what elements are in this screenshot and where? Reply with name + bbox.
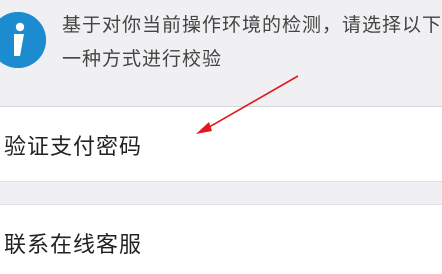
verification-notice: 基于对你当前操作环境的检测，请选择以下一种方式进行校验 bbox=[0, 0, 442, 106]
info-icon bbox=[0, 12, 46, 68]
option-label: 联系在线客服 bbox=[4, 233, 143, 258]
contact-online-service-option[interactable]: 联系在线客服 bbox=[0, 205, 442, 274]
option-label: 验证支付密码 bbox=[4, 135, 143, 160]
verify-payment-password-option[interactable]: 验证支付密码 bbox=[0, 107, 442, 182]
section-gap bbox=[0, 182, 442, 205]
notice-text: 基于对你当前操作环境的检测，请选择以下一种方式进行校验 bbox=[62, 14, 442, 70]
